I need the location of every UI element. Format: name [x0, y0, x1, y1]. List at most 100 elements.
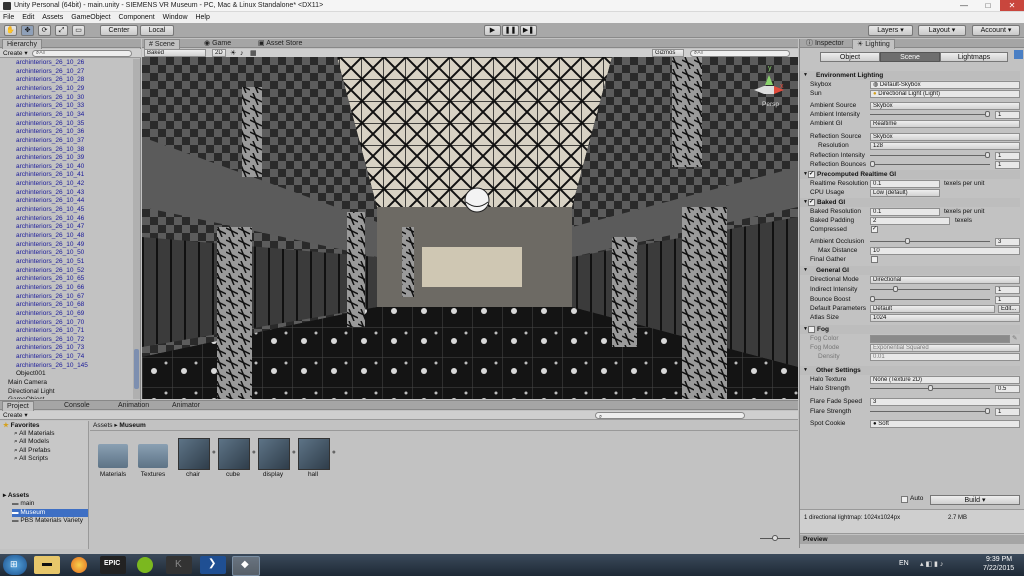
assets-header[interactable]: ▸ Assets	[3, 491, 29, 500]
expand-arrow-icon[interactable]: ●	[292, 449, 296, 456]
hierarchy-item[interactable]: archinteriors_26_10_36	[0, 128, 84, 137]
hierarchy-item[interactable]: archinteriors_26_10_30	[0, 94, 84, 103]
halo-strength-knob[interactable]	[927, 385, 933, 391]
spot-cookie-field[interactable]: ● Soft	[870, 419, 1020, 428]
hierarchy-item[interactable]: archinteriors_26_10_37	[0, 137, 84, 146]
fog-checkbox[interactable]	[808, 326, 815, 333]
spotify-taskbar-button[interactable]	[132, 556, 158, 574]
reflection-intensity-slider[interactable]	[870, 152, 990, 158]
pivot-center-button[interactable]: Center	[100, 25, 138, 36]
tab-console[interactable]: Console	[60, 401, 94, 410]
bounce-boost-knob[interactable]	[870, 296, 875, 302]
build-button[interactable]: Build ▾	[930, 495, 1020, 505]
tab-animator[interactable]: Animator	[168, 401, 204, 410]
default-parameters-dropdown[interactable]: Default	[870, 304, 995, 313]
hierarchy-item[interactable]: archinteriors_26_10_70	[0, 319, 84, 328]
other-settings-header[interactable]: ▼ Other Settings	[800, 366, 1020, 375]
tab-scene[interactable]: # Scene	[144, 39, 180, 49]
hierarchy-item[interactable]: archinteriors_26_10_47	[0, 223, 84, 232]
gizmos-dropdown[interactable]: Gizmos	[652, 49, 684, 57]
scene-search-input[interactable]: ⌕All	[690, 50, 790, 57]
fog-header[interactable]: ▼ Fog	[800, 325, 1020, 334]
pause-button[interactable]: ❚❚	[502, 25, 519, 36]
mode-lightmaps-button[interactable]: Lightmaps	[940, 52, 1008, 62]
flare-strength-slider[interactable]	[870, 408, 990, 414]
hierarchy-item[interactable]: archinteriors_26_10_73	[0, 344, 84, 353]
tab-project[interactable]: Project	[2, 401, 34, 411]
compressed-checkbox[interactable]: ✓	[871, 226, 878, 233]
reflection-source-dropdown[interactable]: Skybox	[870, 132, 1020, 141]
expand-arrow-icon[interactable]: ●	[252, 449, 256, 456]
language-indicator[interactable]: EN	[899, 560, 909, 567]
hierarchy-item[interactable]: archinteriors_26_10_26	[0, 59, 84, 68]
clock-date[interactable]: 7/22/2015	[983, 565, 1014, 572]
scale-tool-button[interactable]: ⤢	[55, 25, 68, 36]
menu-component[interactable]: Component	[115, 12, 157, 23]
reflection-intensity-knob[interactable]	[985, 152, 990, 158]
hierarchy-root-item[interactable]: Main Camera	[0, 379, 47, 388]
density-field[interactable]: 0.01	[870, 352, 1020, 361]
final-gather-checkbox[interactable]	[871, 256, 878, 263]
scene-viewport[interactable]: y x Persp	[142, 57, 798, 399]
model-icon[interactable]: ●	[298, 438, 336, 470]
hierarchy-scroll-thumb[interactable]	[134, 349, 139, 389]
ambient-source-dropdown[interactable]: Skybox	[870, 101, 1020, 110]
hierarchy-item[interactable]: archinteriors_26_10_66	[0, 284, 84, 293]
menu-file[interactable]: File	[0, 12, 17, 23]
rect-tool-button[interactable]: ▭	[72, 25, 85, 36]
environment-lighting-header[interactable]: ▼ Environment Lighting	[800, 71, 1020, 80]
maximize-button[interactable]: □	[976, 0, 1000, 11]
tab-inspector[interactable]: ⓘ Inspector	[802, 39, 848, 48]
hierarchy-item[interactable]: archinteriors_26_10_72	[0, 336, 84, 345]
close-button[interactable]: ✕	[1000, 0, 1024, 11]
epic-taskbar-button[interactable]: EPIC	[100, 556, 126, 574]
breadcrumb-museum[interactable]: Museum	[119, 422, 145, 429]
hierarchy-item[interactable]: archinteriors_26_10_45	[0, 206, 84, 215]
hierarchy-root-item[interactable]: GameObject	[0, 396, 45, 399]
folder-icon[interactable]	[98, 444, 128, 468]
start-button[interactable]: ⊞	[3, 555, 27, 575]
clock-time[interactable]: 9:39 PM	[986, 556, 1012, 563]
favorite-item-prefabs[interactable]: ⌕ All Prefabs	[14, 447, 55, 455]
hierarchy-item[interactable]: archinteriors_26_10_43	[0, 189, 84, 198]
menu-help[interactable]: Help	[192, 12, 212, 23]
realtime-resolution-field[interactable]: 0.1	[870, 179, 940, 188]
max-distance-field[interactable]: 10	[870, 246, 1020, 255]
reflection-bounces-knob[interactable]	[870, 161, 875, 167]
explorer-taskbar-button[interactable]: ▬	[34, 556, 60, 574]
step-button[interactable]: ▶❚	[520, 25, 537, 36]
fog-color-swatch[interactable]	[870, 334, 1010, 343]
hierarchy-item[interactable]: archinteriors_26_10_27	[0, 68, 84, 77]
flare-strength-knob[interactable]	[985, 408, 990, 414]
hand-tool-button[interactable]: ✋	[4, 25, 17, 36]
menu-window[interactable]: Window	[160, 12, 191, 23]
cpu-usage-dropdown[interactable]: Low (default)	[870, 188, 940, 197]
k-app-taskbar-button[interactable]: K	[166, 556, 192, 574]
hierarchy-search-input[interactable]: ⌕All	[32, 50, 132, 57]
atlas-size-dropdown[interactable]: 1024	[870, 313, 1020, 322]
baked-gi-header[interactable]: ▼ ✓ Baked GI	[800, 198, 1020, 207]
bounce-boost-field[interactable]: 1	[995, 295, 1020, 304]
ambient-occlusion-field[interactable]: 3	[995, 237, 1020, 246]
favorite-item-models[interactable]: ⌕ All Models	[14, 438, 55, 446]
hierarchy-item[interactable]: archinteriors_26_10_44	[0, 197, 84, 206]
orientation-gizmo[interactable]: y x Persp	[752, 65, 792, 115]
favorites-header[interactable]: ★ Favorites	[3, 421, 40, 430]
ambient-occlusion-slider[interactable]	[870, 238, 990, 244]
tab-asset-store[interactable]: ▣ Asset Store	[254, 39, 306, 48]
model-icon[interactable]: ●	[258, 438, 296, 470]
layout-dropdown[interactable]: Layout ▾	[918, 25, 966, 36]
reflection-bounces-field[interactable]: 1	[995, 160, 1020, 169]
reflection-intensity-field[interactable]: 1	[995, 151, 1020, 160]
hierarchy-item[interactable]: archinteriors_26_10_46	[0, 215, 84, 224]
hierarchy-item[interactable]: archinteriors_26_10_48	[0, 232, 84, 241]
hierarchy-item[interactable]: archinteriors_26_10_39	[0, 154, 84, 163]
halo-strength-slider[interactable]	[870, 385, 990, 391]
hierarchy-create-dropdown[interactable]: Create ▾	[3, 49, 28, 58]
hierarchy-item[interactable]: archinteriors_26_10_38	[0, 146, 84, 155]
tab-hierarchy[interactable]: Hierarchy	[2, 39, 42, 49]
tab-game[interactable]: ◉ Game	[200, 39, 235, 48]
ambient-gi-dropdown[interactable]: Realtime	[870, 119, 1020, 128]
menu-edit[interactable]: Edit	[19, 12, 37, 23]
expand-arrow-icon[interactable]: ●	[332, 449, 336, 456]
